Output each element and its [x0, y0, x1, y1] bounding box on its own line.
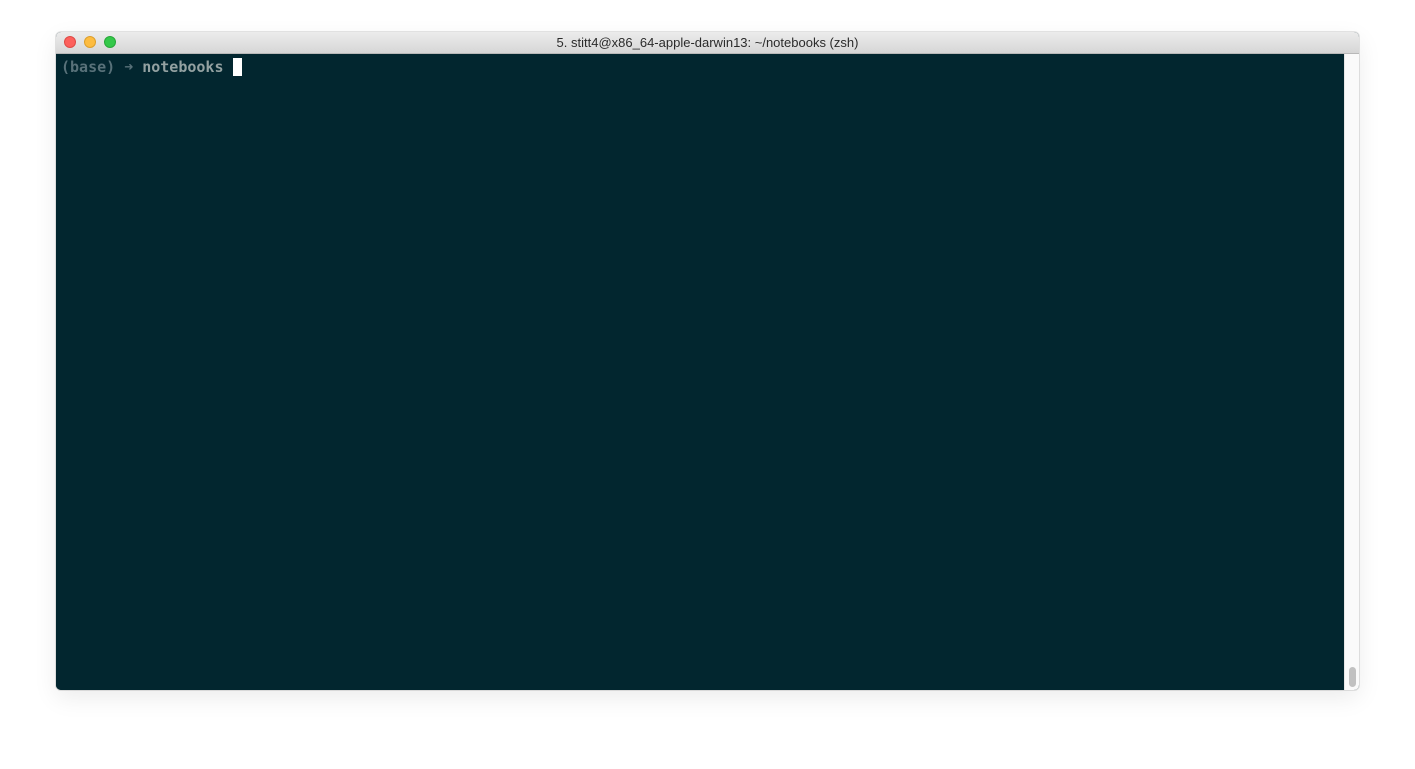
scrollbar-thumb[interactable] [1349, 667, 1356, 687]
conda-env-label: (base) [61, 58, 116, 76]
current-directory: notebooks [142, 58, 224, 76]
vertical-scrollbar[interactable] [1344, 54, 1359, 690]
terminal-window: 5. stitt4@x86_64-apple-darwin13: ~/noteb… [56, 32, 1359, 690]
title-bar[interactable]: 5. stitt4@x86_64-apple-darwin13: ~/noteb… [56, 32, 1359, 54]
prompt-line: (base) ➜ notebooks [61, 57, 242, 77]
text-cursor [232, 58, 242, 76]
prompt-arrow-icon: ➜ [124, 58, 134, 76]
terminal-output-area[interactable]: (base) ➜ notebooks [56, 54, 1344, 690]
window-title: 5. stitt4@x86_64-apple-darwin13: ~/noteb… [556, 35, 859, 50]
